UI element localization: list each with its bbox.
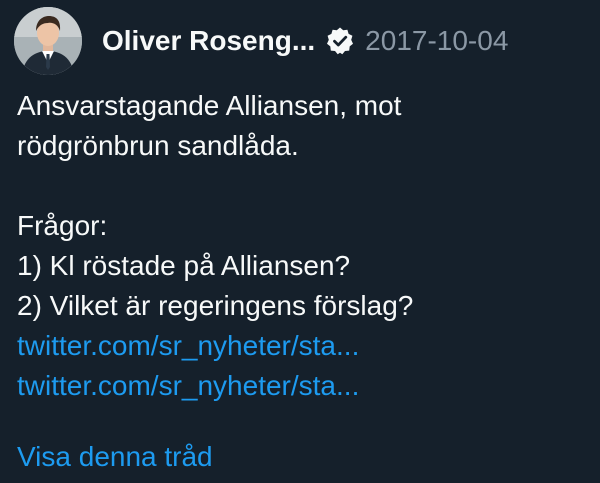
tweet-date[interactable]: 2017-10-04 bbox=[365, 25, 508, 57]
line-break bbox=[17, 166, 587, 206]
show-thread-link[interactable]: Visa denna tråd bbox=[17, 437, 213, 477]
avatar[interactable] bbox=[14, 7, 82, 75]
tweet-line: 2) Vilket är regeringens förslag? bbox=[17, 290, 414, 321]
tweet-link[interactable]: twitter.com/sr_nyheter/sta... bbox=[17, 366, 587, 406]
person-avatar-icon bbox=[14, 7, 82, 75]
tweet-link[interactable]: twitter.com/sr_nyheter/sta... bbox=[17, 326, 587, 366]
verified-badge-icon bbox=[325, 26, 355, 56]
tweet-line: 1) Kl röstade på Alliansen? bbox=[17, 250, 351, 281]
tweet-line: rödgrönbrun sandlåda. bbox=[17, 130, 299, 161]
tweet-card[interactable]: Oliver Roseng... 2017-10-04 Ansvarstagan… bbox=[0, 0, 600, 483]
tweet-line: Ansvarstagande Alliansen, mot bbox=[17, 90, 402, 121]
author-display-name[interactable]: Oliver Roseng... bbox=[102, 25, 315, 57]
tweet-line: Frågor: bbox=[17, 210, 108, 241]
tweet-text: Ansvarstagande Alliansen, mot rödgrönbru… bbox=[17, 86, 587, 406]
tweet-header: Oliver Roseng... 2017-10-04 bbox=[14, 2, 508, 80]
